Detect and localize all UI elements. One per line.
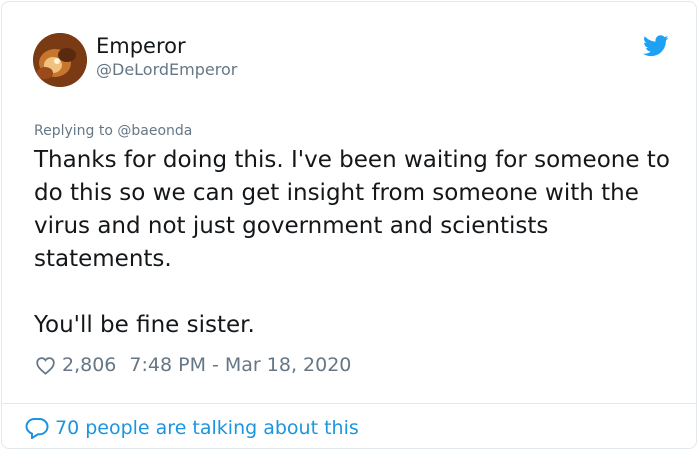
tweet-card: Emperor @DeLordEmperor Replying to @baeo… (1, 1, 697, 449)
twitter-bird-icon[interactable] (643, 35, 669, 57)
timestamp[interactable]: 7:48 PM - Mar 18, 2020 (129, 353, 351, 377)
replying-to[interactable]: Replying to @baeonda (34, 122, 192, 140)
avatar-image (33, 33, 87, 87)
divider (2, 403, 696, 404)
tweet-meta: 2,806 7:48 PM - Mar 18, 2020 (35, 353, 351, 377)
conversation-link[interactable]: 70 people are talking about this (25, 416, 359, 440)
avatar[interactable] (33, 33, 87, 87)
user-handle[interactable]: @DeLordEmperor (96, 60, 237, 80)
display-name[interactable]: Emperor (96, 33, 186, 59)
heart-icon[interactable] (35, 355, 56, 376)
conversation-label[interactable]: 70 people are talking about this (55, 416, 359, 440)
comment-bubble-icon (25, 418, 49, 439)
tweet-text: Thanks for doing this. I've been waiting… (34, 144, 684, 342)
like-count[interactable]: 2,806 (62, 353, 116, 377)
tweet-paragraph: Thanks for doing this. I've been waiting… (34, 147, 670, 272)
tweet-paragraph: You'll be fine sister. (34, 312, 255, 338)
